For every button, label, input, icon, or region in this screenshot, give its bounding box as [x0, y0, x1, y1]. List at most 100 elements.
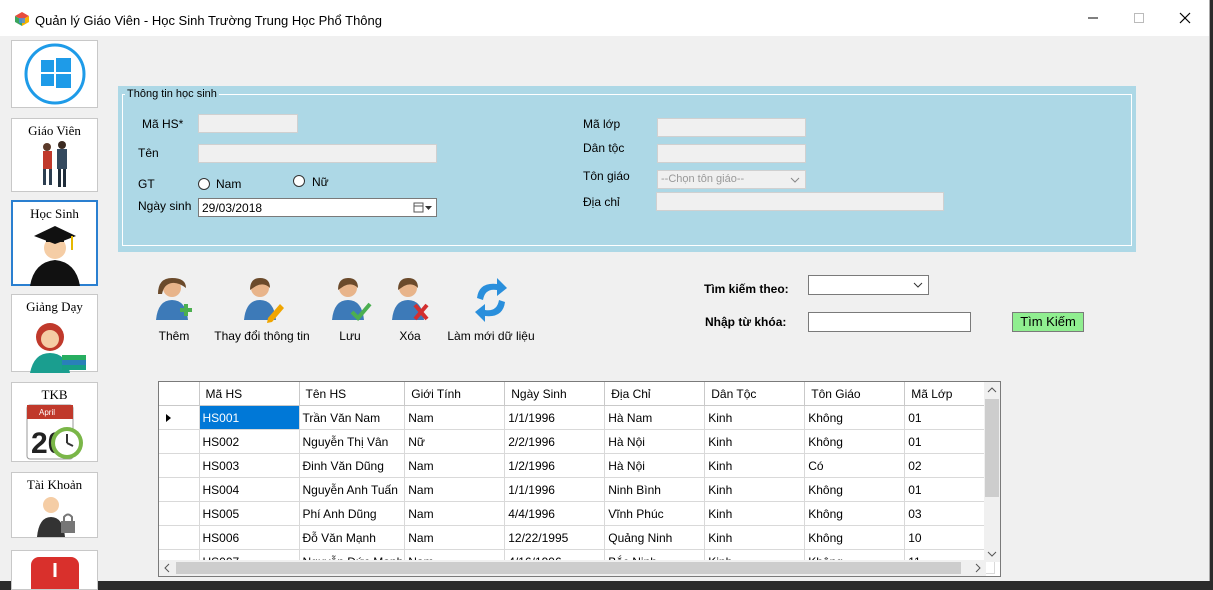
table-row[interactable]: HS003 Đinh Văn Dũng Nam 1/2/1996 Hà Nội Kinh C…	[159, 453, 996, 478]
sidebar-item-giao-vien[interactable]: Giáo Viên	[11, 118, 98, 192]
horizontal-scroll-thumb[interactable]	[176, 562, 961, 574]
search-keyword-input[interactable]	[808, 312, 971, 332]
table-cell[interactable]: Có	[804, 453, 906, 478]
column-header[interactable]: Mã Lớp	[904, 382, 996, 406]
table-cell[interactable]: 10	[904, 525, 996, 550]
table-cell[interactable]: Nam	[404, 453, 506, 478]
column-header[interactable]: Dân Tộc	[704, 382, 806, 406]
table-cell[interactable]: HS003	[199, 453, 300, 478]
sidebar-item-giang-day[interactable]: Giảng Dạy	[11, 294, 98, 373]
row-header[interactable]	[159, 453, 200, 478]
table-cell[interactable]: Không	[804, 525, 906, 550]
vertical-scrollbar[interactable]	[984, 382, 1000, 562]
table-cell[interactable]: Nguyễn Anh Tuấn	[299, 477, 406, 502]
table-cell[interactable]: Hà Nam	[604, 405, 706, 430]
table-cell[interactable]: Nam	[404, 525, 506, 550]
sidebar-item-hoc-sinh[interactable]: Học Sinh	[11, 200, 98, 286]
sidebar-item-exit[interactable]	[11, 550, 98, 590]
them-button[interactable]: Thêm	[152, 274, 196, 343]
table-cell[interactable]: Kinh	[704, 453, 806, 478]
ton-giao-select[interactable]: --Chọn tôn giáo--	[657, 170, 806, 189]
column-header[interactable]: Tôn Giáo	[804, 382, 906, 406]
ma-hs-input[interactable]	[198, 114, 298, 133]
table-cell[interactable]: Quảng Ninh	[604, 525, 706, 550]
table-cell[interactable]: 2/2/1996	[504, 429, 606, 454]
row-header[interactable]	[159, 525, 200, 550]
table-cell[interactable]: Kinh	[704, 429, 806, 454]
table-cell[interactable]: Hà Nội	[604, 453, 706, 478]
table-cell[interactable]: HS005	[199, 501, 300, 526]
table-cell[interactable]: 1/2/1996	[504, 453, 606, 478]
row-header[interactable]	[159, 429, 200, 454]
column-header[interactable]: Ngày Sinh	[504, 382, 606, 406]
table-cell[interactable]: 03	[904, 501, 996, 526]
scroll-up-icon[interactable]	[984, 382, 1000, 398]
table-cell[interactable]: 4/4/1996	[504, 501, 606, 526]
nu-radio[interactable]	[293, 175, 305, 187]
students-grid[interactable]: Mã HS Tên HS Giới Tính Ngày Sinh Địa Chỉ…	[158, 381, 1001, 577]
table-cell[interactable]: HS004	[199, 477, 300, 502]
table-cell[interactable]: Không	[804, 477, 906, 502]
nam-radio[interactable]	[198, 178, 210, 190]
dia-chi-input[interactable]	[656, 192, 944, 211]
scroll-down-icon[interactable]	[984, 546, 1000, 562]
table-cell[interactable]: HS006	[199, 525, 300, 550]
close-button[interactable]	[1162, 0, 1208, 36]
table-cell[interactable]: Nam	[404, 477, 506, 502]
ten-input[interactable]	[198, 144, 437, 163]
vertical-scroll-thumb[interactable]	[985, 399, 999, 497]
table-cell[interactable]: Ninh Bình	[604, 477, 706, 502]
table-row[interactable]: HS004 Nguyễn Anh Tuấn Nam 1/1/1996 Ninh Bình…	[159, 477, 996, 502]
table-cell[interactable]: Kinh	[704, 405, 806, 430]
table-cell[interactable]: Kinh	[704, 525, 806, 550]
row-header[interactable]	[159, 405, 200, 430]
table-cell[interactable]: Không	[804, 429, 906, 454]
table-cell[interactable]: Vĩnh Phúc	[604, 501, 706, 526]
table-cell[interactable]: Kinh	[704, 477, 806, 502]
xoa-button[interactable]: Xóa	[388, 274, 432, 343]
table-cell[interactable]: 02	[904, 453, 996, 478]
dan-toc-input[interactable]	[657, 144, 806, 163]
row-header[interactable]	[159, 501, 200, 526]
row-header[interactable]	[159, 477, 200, 502]
table-cell[interactable]: 01	[904, 405, 996, 430]
scroll-right-icon[interactable]	[970, 560, 986, 576]
table-cell[interactable]: Không	[804, 405, 906, 430]
ngay-sinh-datepicker[interactable]: 29/03/2018	[198, 198, 437, 217]
sidebar-item-tai-khoan[interactable]: Tài Khoản	[11, 472, 98, 538]
table-cell[interactable]: Nữ	[404, 429, 506, 454]
luu-button[interactable]: Lưu	[328, 274, 372, 343]
column-header[interactable]: Tên HS	[299, 382, 406, 406]
column-header[interactable]: Mã HS	[199, 382, 300, 406]
table-cell[interactable]: Nam	[404, 501, 506, 526]
table-cell[interactable]: Đỗ Văn Mạnh	[299, 525, 406, 550]
sidebar-item-home[interactable]	[11, 40, 98, 108]
horizontal-scrollbar[interactable]	[159, 560, 986, 576]
column-header[interactable]: Địa Chỉ	[604, 382, 706, 406]
table-cell[interactable]: HS001	[199, 405, 300, 430]
table-cell[interactable]: 01	[904, 477, 996, 502]
maximize-button[interactable]	[1116, 0, 1162, 36]
ma-lop-input[interactable]	[657, 118, 806, 137]
lam-moi-button[interactable]: Làm mới dữ liệu	[446, 274, 536, 343]
table-cell[interactable]: 1/1/1996	[504, 405, 606, 430]
table-cell[interactable]: 1/1/1996	[504, 477, 606, 502]
table-cell[interactable]: 12/22/1995	[504, 525, 606, 550]
table-cell[interactable]: Nguyễn Thị Vân	[299, 429, 406, 454]
table-row[interactable]: HS002 Nguyễn Thị Vân Nữ 2/2/1996 Hà Nội Kinh K…	[159, 429, 996, 454]
table-row[interactable]: HS001 Trần Văn Nam Nam 1/1/1996 Hà Nam Kinh Kh…	[159, 405, 996, 430]
search-field-select[interactable]	[808, 275, 929, 295]
table-cell[interactable]: Nam	[404, 405, 506, 430]
table-cell[interactable]: Đinh Văn Dũng	[299, 453, 406, 478]
minimize-button[interactable]	[1070, 0, 1116, 36]
table-cell[interactable]: Không	[804, 501, 906, 526]
table-row[interactable]: HS005 Phí Anh Dũng Nam 4/4/1996 Vĩnh Phúc Kin…	[159, 501, 996, 526]
thay-doi-button[interactable]: Thay đổi thông tin	[212, 274, 312, 343]
table-cell[interactable]: 01	[904, 429, 996, 454]
scroll-left-icon[interactable]	[159, 560, 175, 576]
table-row[interactable]: HS006 Đỗ Văn Mạnh Nam 12/22/1995 Quảng Ninh K…	[159, 525, 996, 550]
table-cell[interactable]: Phí Anh Dũng	[299, 501, 406, 526]
column-header[interactable]: Giới Tính	[404, 382, 506, 406]
table-cell[interactable]: Kinh	[704, 501, 806, 526]
search-button[interactable]: Tìm Kiếm	[1012, 312, 1084, 332]
